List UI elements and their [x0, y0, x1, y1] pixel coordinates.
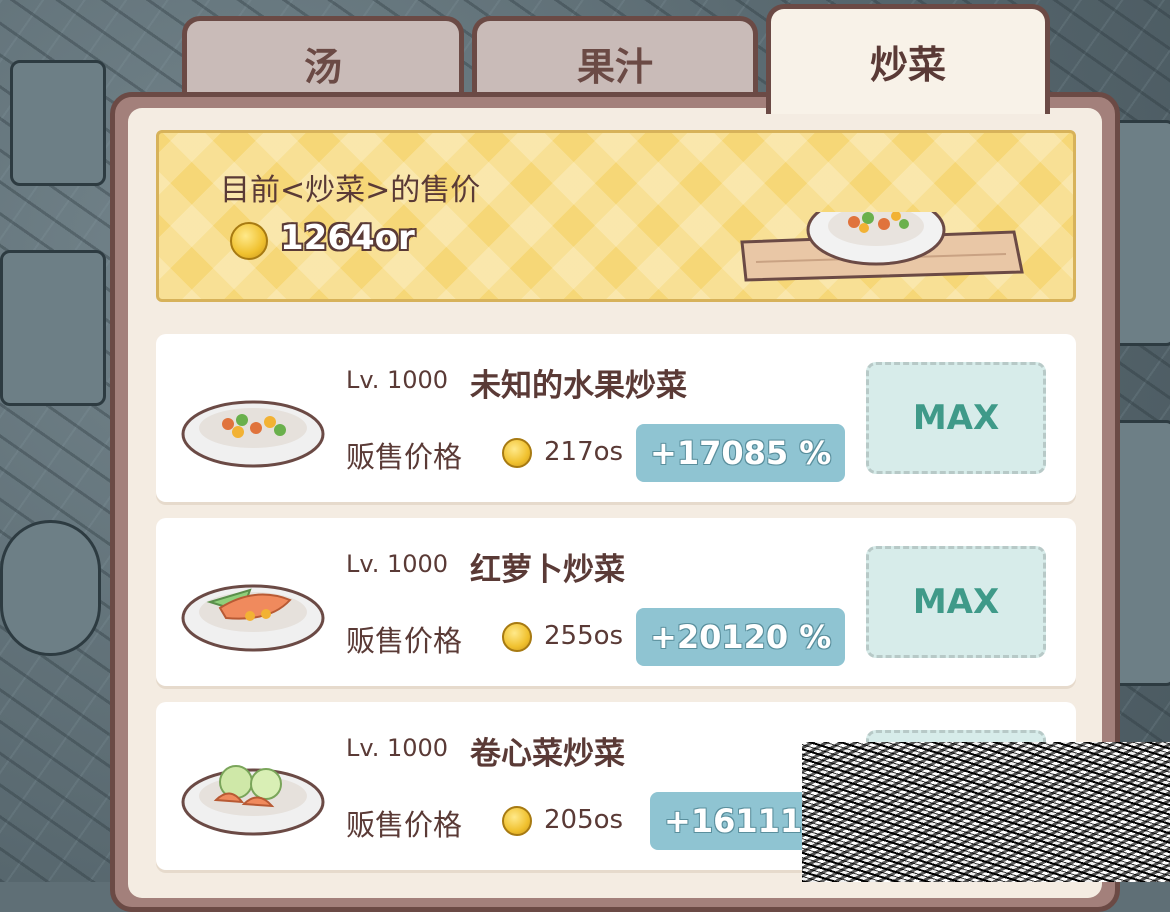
tab-stir-fry-label: 炒菜	[869, 43, 946, 87]
current-price-label: 目前<炒菜>的售价	[220, 173, 481, 208]
noise-overlay	[802, 742, 1170, 882]
carrot-stir-fry-dish-icon	[181, 584, 325, 652]
recipe-level: Lv. 1000	[346, 550, 448, 578]
sell-price-label: 贩售价格	[346, 440, 463, 474]
gold-coin-icon	[502, 438, 532, 468]
recipe-name: 红萝卜炒菜	[470, 552, 625, 588]
upgrade-max-button[interactable]: MAX	[866, 362, 1046, 474]
price-bonus-badge: +17085 %	[636, 424, 846, 482]
current-price-value: 1264or	[280, 218, 415, 258]
sell-price-value: 205os	[544, 805, 624, 835]
level-prefix: Lv.	[346, 550, 380, 578]
level-prefix: Lv.	[346, 366, 380, 394]
fruit-stir-fry-dish-icon	[181, 400, 325, 468]
level-value: 1000	[386, 366, 449, 394]
recipe-card[interactable]: Lv. 1000 未知的水果炒菜 贩售价格 217os +17085 % MAX	[156, 334, 1076, 502]
upgrade-max-button[interactable]: MAX	[866, 546, 1046, 658]
gold-coin-icon	[230, 222, 268, 260]
price-bonus-badge: +20120 %	[636, 608, 846, 666]
gold-coin-icon	[502, 622, 532, 652]
level-value: 1000	[386, 550, 449, 578]
sell-price-value: 255os	[544, 621, 624, 651]
background-pot	[0, 520, 101, 656]
tab-soup-label: 汤	[303, 45, 342, 89]
tab-stir-fry[interactable]: 炒菜	[766, 4, 1050, 114]
background-shelf	[10, 60, 106, 186]
recipe-card[interactable]: Lv. 1000 红萝卜炒菜 贩售价格 255os +20120 % MAX	[156, 518, 1076, 686]
recipe-level: Lv. 1000	[346, 366, 448, 394]
gold-coin-icon	[502, 806, 532, 836]
cabbage-stir-fry-dish-icon	[181, 765, 325, 836]
sell-price-label: 贩售价格	[346, 808, 463, 842]
level-value: 1000	[386, 734, 449, 762]
sell-price-value: 217os	[544, 437, 624, 467]
recipe-level: Lv. 1000	[346, 734, 448, 762]
dish-on-board-icon	[740, 212, 1024, 282]
recipe-name: 卷心菜炒菜	[470, 736, 625, 772]
tab-juice-label: 果汁	[576, 45, 653, 89]
sell-price-label: 贩售价格	[346, 624, 463, 658]
background-jars	[0, 250, 106, 406]
recipe-name: 未知的水果炒菜	[470, 368, 687, 404]
level-prefix: Lv.	[346, 734, 380, 762]
